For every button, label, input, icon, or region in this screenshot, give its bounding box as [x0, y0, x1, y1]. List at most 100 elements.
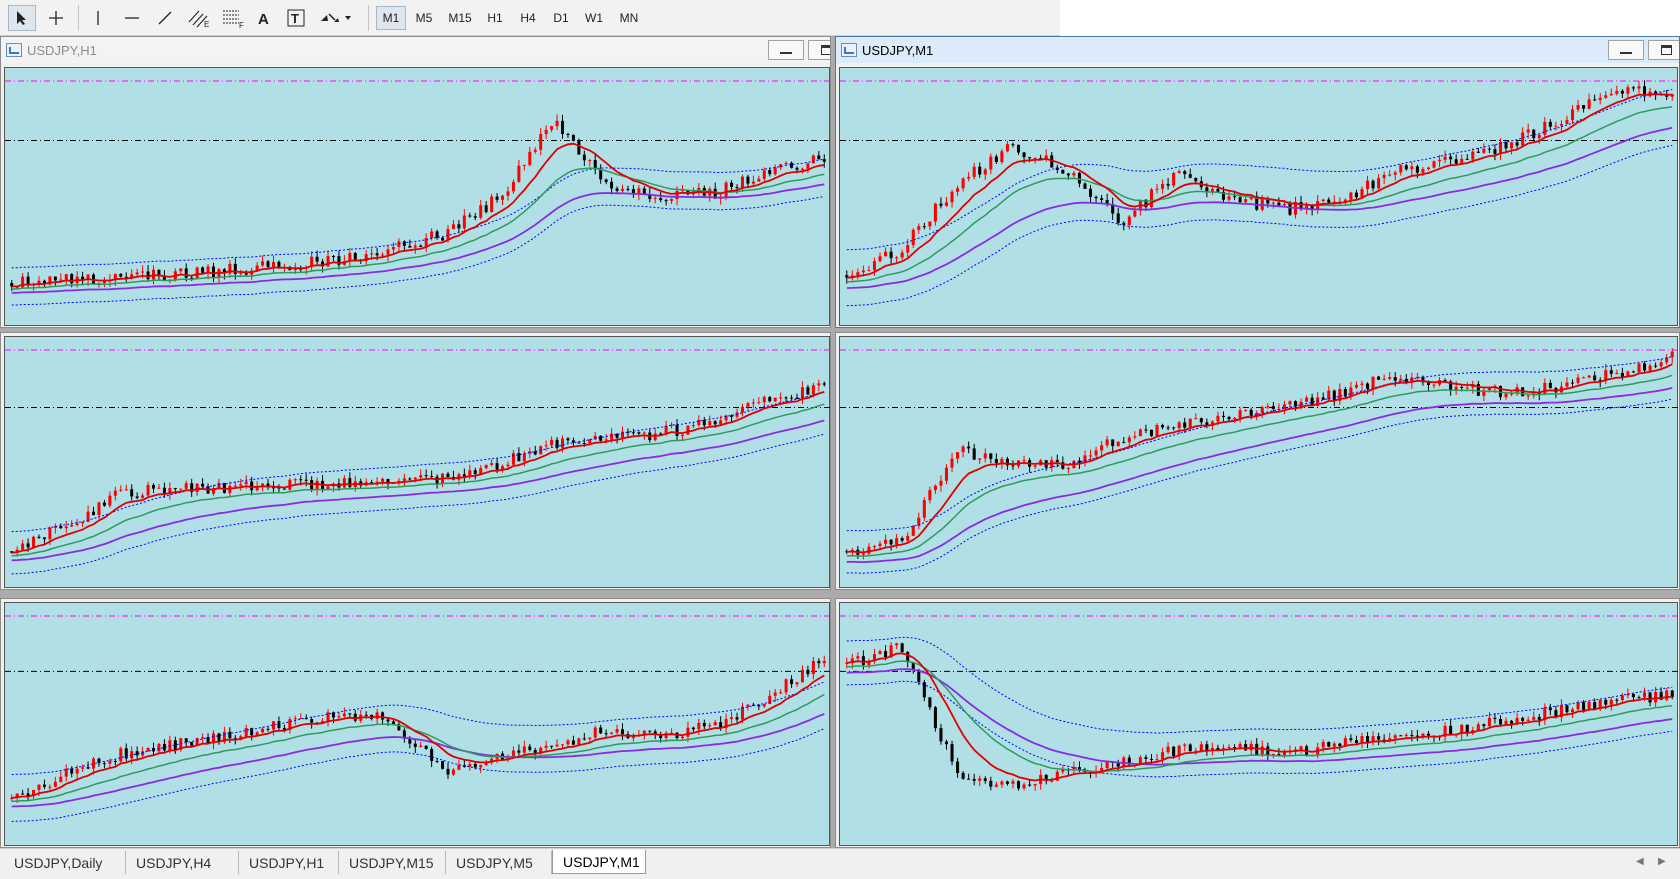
chart-plot-area[interactable]	[4, 602, 830, 846]
candle-body	[637, 432, 641, 434]
candle-body	[811, 660, 815, 675]
cursor-icon[interactable]	[8, 5, 36, 31]
candle-body	[1421, 168, 1425, 173]
candle-body	[413, 245, 417, 248]
window-title-bar[interactable]: USDJPY,H1	[1, 37, 830, 63]
horizontal-line-icon[interactable]	[118, 5, 146, 31]
candle-body	[978, 166, 982, 175]
text-label-icon[interactable]: T	[282, 5, 310, 31]
chart-tab[interactable]: USDJPY,M5	[446, 851, 552, 874]
candle-body	[1083, 183, 1087, 189]
candle-body	[1155, 188, 1159, 190]
candle-body	[1415, 735, 1419, 737]
candle-body	[939, 203, 943, 206]
candle-body	[1498, 719, 1503, 725]
crosshair-icon[interactable]	[42, 5, 70, 31]
timeframe-m15-button[interactable]: M15	[442, 6, 478, 30]
minimize-button[interactable]	[768, 40, 804, 60]
candle-body	[1487, 148, 1491, 150]
timeframe-m5-button[interactable]: M5	[408, 6, 440, 30]
candle-body	[441, 237, 445, 241]
chart-plot-area[interactable]	[4, 67, 830, 326]
chart-plot-area[interactable]	[839, 336, 1679, 588]
window-title-bar[interactable]: USDJPY,M1	[836, 37, 1679, 63]
candle-body	[1127, 437, 1131, 443]
candle-body	[1399, 378, 1403, 381]
candle-body	[190, 742, 194, 746]
chart-tab[interactable]: USDJPY,Daily	[4, 851, 126, 874]
candle-body	[250, 481, 254, 491]
candle-body	[70, 768, 74, 774]
candle-body	[1332, 743, 1336, 747]
candle-body	[1665, 690, 1669, 700]
candle-body	[342, 713, 346, 717]
candle-body	[1022, 784, 1026, 789]
candle-body	[1133, 210, 1137, 217]
candle-body	[1449, 156, 1453, 160]
vertical-line-icon[interactable]	[84, 5, 112, 31]
text-tool-icon[interactable]: A	[250, 5, 278, 31]
candle-body	[544, 445, 548, 447]
candle-body	[1476, 151, 1480, 153]
scroll-left-icon[interactable]: ◀	[1636, 856, 1644, 867]
timeframe-h4-button[interactable]: H4	[512, 6, 544, 30]
chart-plot-area[interactable]	[839, 67, 1679, 326]
candle-body	[944, 741, 949, 745]
candle-body	[1089, 188, 1093, 197]
fibonacci-retracement-icon[interactable]: F	[218, 5, 248, 31]
arrows-dropdown-icon[interactable]	[316, 5, 354, 31]
chart-tab[interactable]: USDJPY,H1	[239, 851, 339, 874]
candle-body	[762, 703, 766, 707]
candle-body	[70, 524, 74, 527]
candle-body	[522, 453, 526, 462]
chart-window-middle-right[interactable]	[835, 332, 1680, 590]
timeframe-m1-button[interactable]: M1	[376, 6, 406, 30]
chart-tab[interactable]: USDJPY,H4	[126, 851, 239, 874]
chart-window-icon	[6, 43, 22, 57]
chart-window-usdjpy-m1[interactable]: USDJPY,M1	[835, 36, 1680, 328]
restore-button[interactable]	[808, 40, 830, 60]
candle-body	[751, 181, 755, 184]
candle-body	[331, 256, 335, 258]
trendline-icon[interactable]	[151, 5, 179, 31]
timeframe-h1-button[interactable]: H1	[480, 6, 510, 30]
candle-body	[817, 155, 821, 160]
chart-tab[interactable]: USDJPY,M15	[339, 851, 446, 874]
candle-body	[473, 216, 477, 218]
candle-body	[1371, 180, 1375, 189]
candle-body	[566, 133, 570, 135]
chart-tab[interactable]: USDJPY,M1	[552, 850, 646, 874]
candle-body	[1548, 121, 1552, 127]
chart-window-bottom-left[interactable]	[0, 598, 831, 848]
candle-body	[1321, 199, 1325, 202]
chart-plot-area[interactable]	[4, 336, 830, 588]
candle-body	[424, 475, 428, 477]
candle-body	[391, 721, 395, 725]
candle-body	[462, 215, 466, 229]
candle-body	[790, 162, 794, 168]
restore-button[interactable]	[1648, 40, 1679, 60]
candle-body	[577, 442, 581, 444]
timeframe-d1-button[interactable]: D1	[546, 6, 576, 30]
equidistant-channel-icon[interactable]: E	[184, 5, 214, 31]
candlestick-chart	[840, 348, 1679, 574]
timeframe-mn-button[interactable]: MN	[612, 6, 646, 30]
timeframe-w1-button[interactable]: W1	[578, 6, 610, 30]
candle-body	[1177, 422, 1181, 429]
scroll-right-icon[interactable]: ▶	[1658, 856, 1666, 867]
candle-body	[1277, 202, 1281, 206]
candle-body	[1593, 375, 1597, 381]
chart-plot-area[interactable]	[839, 602, 1679, 846]
candle-body	[37, 536, 41, 538]
candle-body	[680, 434, 684, 436]
candle-body	[1077, 172, 1081, 184]
chart-window-bottom-right[interactable]	[835, 598, 1680, 848]
minimize-button[interactable]	[1608, 40, 1644, 60]
candle-body	[994, 784, 998, 787]
candle-body	[544, 745, 548, 748]
candle-body	[773, 397, 777, 402]
candle-body	[610, 181, 614, 189]
candle-body	[539, 133, 543, 150]
chart-window-middle-left[interactable]	[0, 332, 831, 590]
chart-window-usdjpy-h1[interactable]: USDJPY,H1	[0, 36, 831, 328]
